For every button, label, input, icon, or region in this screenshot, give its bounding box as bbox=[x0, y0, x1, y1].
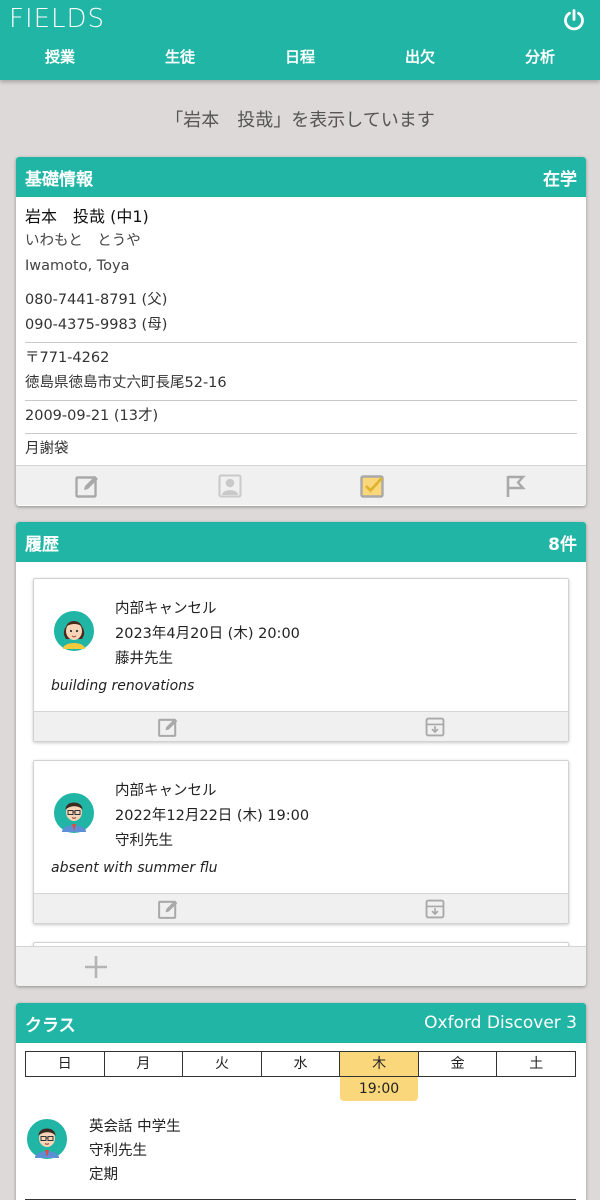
history-entry: 内部キャンセル 2023年4月20日 (木) 20:00 藤井先生 buildi… bbox=[33, 578, 569, 742]
history-card: 履歴 8件 内部キャンセル 2023年4月20日 (木) 20:00 藤井先生 … bbox=[16, 522, 586, 986]
tab-analysis[interactable]: 分析 bbox=[480, 46, 600, 67]
entry-teacher: 守利先生 bbox=[115, 833, 173, 849]
history-add-bar bbox=[16, 946, 586, 986]
basic-info-header: 基礎情報 在学 bbox=[16, 157, 586, 197]
weekday-sat: 土 bbox=[529, 1056, 544, 1072]
entry-type: 内部キャンセル bbox=[115, 783, 217, 799]
class-header: クラス Oxford Discover 3 bbox=[16, 1003, 586, 1043]
student-roman: Iwamoto, Toya bbox=[25, 258, 130, 274]
divider bbox=[25, 433, 577, 434]
phone-mother[interactable]: 090-4375-9983 (母) bbox=[25, 313, 577, 338]
entry-archive-button[interactable] bbox=[301, 894, 568, 923]
class-name: 英会話 中学生 bbox=[89, 1119, 181, 1135]
basic-info-card: 基礎情報 在学 岩本 投哉 (中1) いわもと とうや Iwamoto, Toy… bbox=[16, 157, 586, 506]
weekday-wed: 水 bbox=[262, 1052, 341, 1076]
edit-button[interactable] bbox=[16, 466, 159, 505]
power-icon[interactable] bbox=[562, 8, 586, 32]
weekday-selector: 日 月 火 水 木 金 土 bbox=[25, 1051, 576, 1077]
female-teacher-avatar bbox=[52, 609, 96, 657]
address: 徳島県徳島市丈六町長尾52-16 bbox=[25, 375, 227, 391]
profile-button[interactable] bbox=[159, 466, 302, 505]
class-kind: 定期 bbox=[89, 1167, 118, 1183]
entry-edit-button[interactable] bbox=[34, 712, 301, 741]
app-logo[interactable]: FIELDS bbox=[9, 4, 105, 34]
edit-icon bbox=[75, 475, 99, 498]
entry-note: building renovations bbox=[51, 678, 195, 694]
basic-info-toolbar bbox=[16, 465, 586, 505]
edit-icon bbox=[157, 900, 177, 919]
class-time: 19:00 bbox=[340, 1077, 418, 1101]
check-button[interactable] bbox=[301, 466, 444, 505]
birth-date: 2009-09-21 (13才) bbox=[25, 408, 159, 424]
class-card: クラス Oxford Discover 3 日 月 火 水 木 金 土 19:0… bbox=[16, 1003, 586, 1200]
entry-archive-button[interactable] bbox=[301, 712, 568, 741]
payment-method: 月謝袋 bbox=[25, 441, 69, 457]
history-count: 8件 bbox=[548, 534, 577, 555]
enrollment-status: 在学 bbox=[543, 169, 577, 190]
entry-note: absent with summer flu bbox=[51, 860, 218, 876]
weekday-sun: 日 bbox=[26, 1052, 105, 1076]
history-entry: 内部キャンセル 2022年12月22日 (木) 19:00 守利先生 absen… bbox=[33, 760, 569, 924]
entry-edit-button[interactable] bbox=[34, 894, 301, 923]
basic-info-title: 基礎情報 bbox=[25, 169, 93, 190]
entry-datetime: 2022年12月22日 (木) 19:00 bbox=[115, 808, 310, 824]
entry-toolbar bbox=[34, 711, 568, 741]
add-history-button[interactable] bbox=[82, 953, 110, 985]
history-header: 履歴 8件 bbox=[16, 522, 586, 562]
tab-schedule[interactable]: 日程 bbox=[240, 46, 360, 67]
archive-icon bbox=[425, 717, 444, 736]
entry-type: 内部キャンセル bbox=[115, 601, 217, 617]
edit-icon bbox=[157, 718, 177, 737]
app-header: FIELDS 授業 生徒 日程 出欠 分析 bbox=[0, 0, 600, 80]
display-notice: 「岩本 投哉」を表示しています bbox=[165, 110, 435, 131]
male-teacher-avatar bbox=[52, 791, 96, 839]
flag-button[interactable] bbox=[444, 466, 587, 505]
main-nav: 授業 生徒 日程 出欠 分析 bbox=[0, 46, 600, 67]
history-title: 履歴 bbox=[25, 534, 59, 555]
student-kana: いわもと とうや bbox=[25, 233, 141, 249]
phone-father[interactable]: 080-7441-8791 (父) bbox=[25, 288, 577, 313]
plus-icon bbox=[85, 956, 107, 978]
divider bbox=[25, 342, 577, 343]
basic-info-body: 岩本 投哉 (中1) いわもと とうや Iwamoto, Toya 080-74… bbox=[16, 197, 586, 465]
postal-code: 〒771-4262 bbox=[25, 350, 110, 366]
entry-toolbar bbox=[34, 893, 568, 923]
archive-icon bbox=[425, 899, 444, 918]
weekday-thu: 木 bbox=[340, 1052, 419, 1076]
male-teacher-avatar bbox=[25, 1117, 69, 1165]
flag-icon bbox=[506, 475, 526, 497]
weekday-fri: 金 bbox=[419, 1052, 498, 1076]
entry-datetime: 2023年4月20日 (木) 20:00 bbox=[115, 626, 300, 642]
profile-icon bbox=[218, 474, 242, 497]
history-list[interactable]: 内部キャンセル 2023年4月20日 (木) 20:00 藤井先生 buildi… bbox=[16, 562, 586, 946]
entry-teacher: 藤井先生 bbox=[115, 651, 173, 667]
checkbox-icon bbox=[360, 474, 384, 498]
class-title: クラス bbox=[25, 1015, 76, 1036]
weekday-mon: 月 bbox=[105, 1052, 184, 1076]
class-teacher: 守利先生 bbox=[89, 1143, 147, 1159]
tab-attendance[interactable]: 出欠 bbox=[360, 46, 480, 67]
tab-lessons[interactable]: 授業 bbox=[0, 46, 120, 67]
weekday-tue: 火 bbox=[183, 1052, 262, 1076]
class-course[interactable]: Oxford Discover 3 bbox=[424, 1013, 577, 1033]
divider bbox=[25, 400, 577, 401]
tab-students[interactable]: 生徒 bbox=[120, 46, 240, 67]
student-name: 岩本 投哉 (中1) bbox=[25, 207, 149, 226]
